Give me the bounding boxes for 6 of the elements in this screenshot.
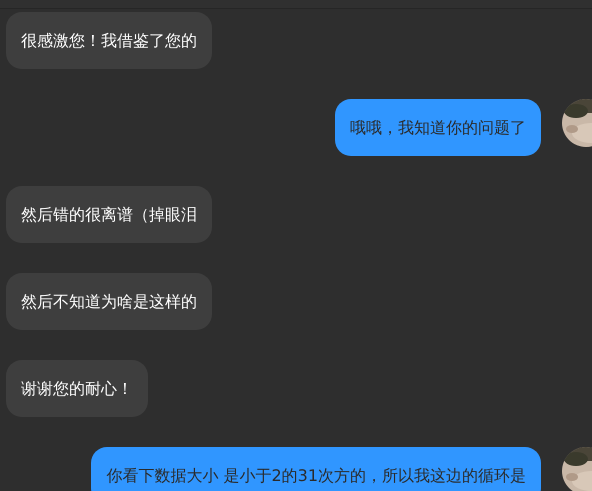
received-message-bubble: 谢谢您的耐心！: [6, 360, 148, 417]
received-message-bubble: 然后不知道为啥是这样的: [6, 273, 212, 330]
received-message-bubble: 然后错的很离谱（掉眼泪: [6, 186, 212, 243]
received-message-bubble: 很感激您！我借鉴了您的: [6, 12, 212, 69]
sent-message-bubble: 哦哦，我知道你的问题了: [335, 99, 541, 156]
sent-message-bubble: 你看下数据大小 是小于2的31次方的，所以我这边的循环是: [91, 447, 541, 491]
